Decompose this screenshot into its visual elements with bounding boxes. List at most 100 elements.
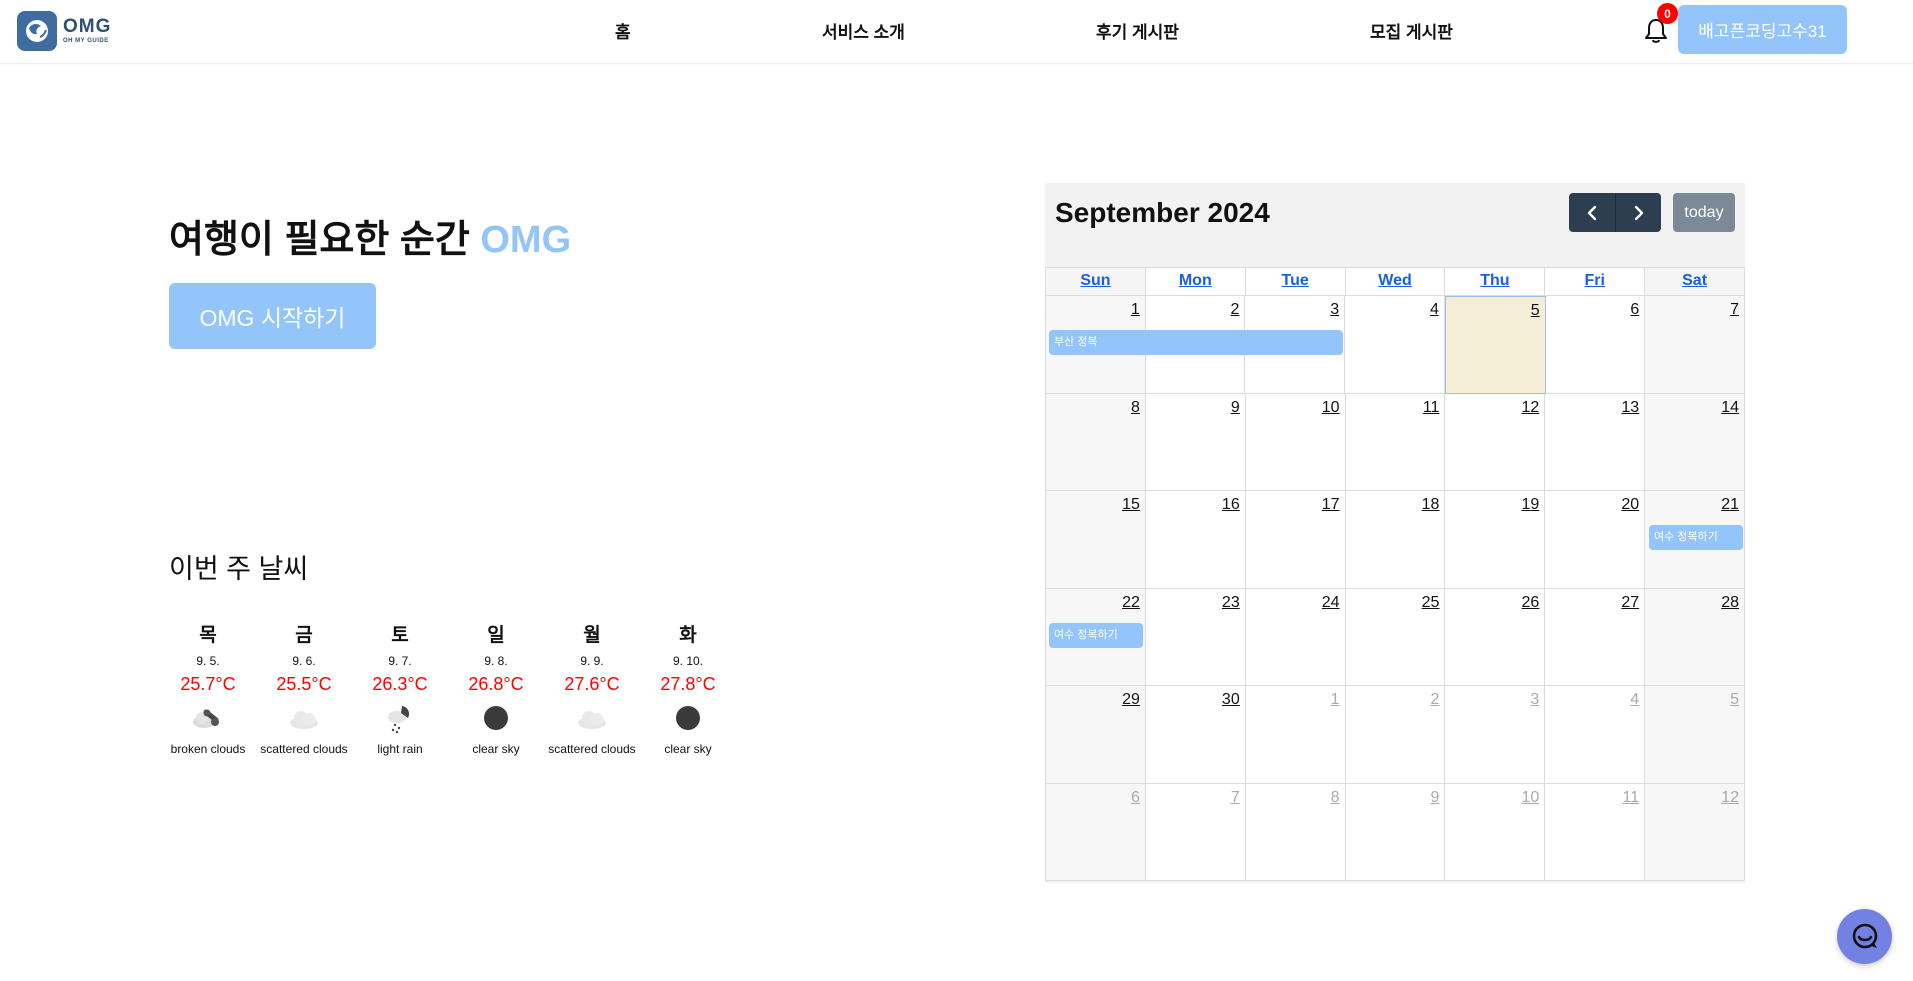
calendar-day[interactable]: 11 <box>1545 783 1646 881</box>
calendar-day-number[interactable]: 29 <box>1122 691 1140 709</box>
calendar-day[interactable]: 25 <box>1345 588 1446 686</box>
calendar-day-number[interactable]: 7 <box>1231 789 1240 807</box>
calendar-day-number[interactable]: 9 <box>1431 789 1440 807</box>
calendar-day-number[interactable]: 12 <box>1522 399 1540 417</box>
calendar-day-number[interactable]: 22 <box>1122 594 1140 612</box>
calendar-day-number[interactable]: 13 <box>1621 399 1639 417</box>
calendar-day[interactable]: 16 <box>1145 491 1246 589</box>
calendar-day-number[interactable]: 8 <box>1331 789 1340 807</box>
weekday-thu[interactable]: Thu <box>1445 268 1546 296</box>
calendar-day[interactable]: 13 <box>1545 393 1646 491</box>
calendar-day[interactable]: 7 <box>1145 783 1246 881</box>
calendar-day-number[interactable]: 21 <box>1721 496 1739 514</box>
calendar-day[interactable]: 10 <box>1245 393 1346 491</box>
calendar-day[interactable]: 27 <box>1545 588 1646 686</box>
calendar-day[interactable]: 14 <box>1645 393 1746 491</box>
weekday-mon[interactable]: Mon <box>1145 268 1246 296</box>
calendar-day-number[interactable]: 15 <box>1122 496 1140 514</box>
calendar-day-number[interactable]: 27 <box>1621 594 1639 612</box>
calendar-day-number[interactable]: 12 <box>1721 789 1739 807</box>
calendar-day-number[interactable]: 7 <box>1730 301 1739 319</box>
calendar-day[interactable]: 4 <box>1545 686 1646 784</box>
calendar-day-number[interactable]: 28 <box>1721 594 1739 612</box>
next-month-button[interactable] <box>1615 193 1661 232</box>
calendar-day-today[interactable]: 5 <box>1444 296 1546 394</box>
calendar-day[interactable]: 28 <box>1645 588 1746 686</box>
calendar-day-number[interactable]: 25 <box>1422 594 1440 612</box>
calendar-day[interactable]: 11 <box>1345 393 1446 491</box>
calendar-day-number[interactable]: 3 <box>1530 691 1539 709</box>
calendar-day-number[interactable]: 16 <box>1222 496 1240 514</box>
calendar-day[interactable]: 26 <box>1445 588 1546 686</box>
weekday-fri[interactable]: Fri <box>1545 268 1646 296</box>
nav-review-board[interactable]: 후기 게시판 <box>1096 18 1179 43</box>
nav-recruit-board[interactable]: 모집 게시판 <box>1370 18 1453 43</box>
calendar-day-number[interactable]: 8 <box>1131 399 1140 417</box>
calendar-day-number[interactable]: 11 <box>1423 399 1440 417</box>
weekday-wed[interactable]: Wed <box>1345 268 1446 296</box>
weekday-sat[interactable]: Sat <box>1645 268 1746 296</box>
calendar-day[interactable]: 8 <box>1245 783 1346 881</box>
calendar-day-number[interactable]: 26 <box>1522 594 1540 612</box>
calendar-day[interactable]: 9 <box>1145 393 1246 491</box>
calendar-day[interactable]: 23 <box>1145 588 1246 686</box>
calendar-day-number[interactable]: 20 <box>1621 496 1639 514</box>
calendar-day[interactable]: 19 <box>1445 491 1546 589</box>
calendar-event[interactable]: 부산 정복 <box>1049 330 1343 355</box>
chat-button[interactable] <box>1837 909 1892 964</box>
calendar-day-number[interactable]: 6 <box>1630 301 1639 319</box>
calendar-day-number[interactable]: 6 <box>1131 789 1140 807</box>
weekday-sun[interactable]: Sun <box>1046 268 1146 296</box>
logo[interactable]: OMG OH MY GUIDE <box>17 11 111 51</box>
calendar-day[interactable]: 10 <box>1445 783 1546 881</box>
prev-month-button[interactable] <box>1569 193 1615 232</box>
calendar-day[interactable]: 12 <box>1645 783 1746 881</box>
calendar-day-number[interactable]: 2 <box>1431 691 1440 709</box>
calendar-day[interactable]: 3 <box>1445 686 1546 784</box>
calendar-day-number[interactable]: 2 <box>1231 301 1240 319</box>
calendar-day[interactable]: 30 <box>1145 686 1246 784</box>
calendar-day-number[interactable]: 18 <box>1422 496 1440 514</box>
calendar-day-number[interactable]: 5 <box>1730 691 1739 709</box>
calendar-day[interactable]: 2 <box>1345 686 1446 784</box>
calendar-day-number[interactable]: 14 <box>1721 399 1739 417</box>
calendar-day-number[interactable]: 24 <box>1322 594 1340 612</box>
calendar-day[interactable]: 1 <box>1245 686 1346 784</box>
calendar-day[interactable]: 18 <box>1345 491 1446 589</box>
calendar-day-number[interactable]: 9 <box>1231 399 1240 417</box>
calendar-day-number[interactable]: 10 <box>1522 789 1540 807</box>
calendar-day[interactable]: 29 <box>1046 686 1146 784</box>
calendar-day-number[interactable]: 10 <box>1322 399 1340 417</box>
calendar-day-number[interactable]: 17 <box>1322 496 1340 514</box>
calendar-day-number[interactable]: 1 <box>1331 691 1340 709</box>
calendar-day[interactable]: 9 <box>1345 783 1446 881</box>
nav-service-intro[interactable]: 서비스 소개 <box>822 18 905 43</box>
user-menu-button[interactable]: 배고픈코딩고수31 <box>1678 5 1847 54</box>
calendar-day[interactable]: 6 <box>1545 296 1646 394</box>
calendar-day[interactable]: 6 <box>1046 783 1146 881</box>
calendar-day[interactable]: 12 <box>1445 393 1546 491</box>
calendar-day[interactable]: 17 <box>1245 491 1346 589</box>
calendar-day[interactable]: 15 <box>1046 491 1146 589</box>
nav-home[interactable]: 홈 <box>615 18 631 43</box>
calendar-day[interactable]: 4 <box>1345 296 1445 394</box>
weekday-tue[interactable]: Tue <box>1245 268 1346 296</box>
start-button[interactable]: OMG 시작하기 <box>169 283 376 349</box>
calendar-day[interactable]: 20 <box>1545 491 1646 589</box>
calendar-day-number[interactable]: 23 <box>1222 594 1240 612</box>
calendar-event[interactable]: 여수 정복하기 <box>1049 622 1143 648</box>
today-button[interactable]: today <box>1673 193 1735 232</box>
calendar-event[interactable]: 여수 정복하기 <box>1649 525 1743 550</box>
calendar-day-number[interactable]: 1 <box>1131 301 1140 319</box>
calendar-day-number[interactable]: 3 <box>1330 301 1339 319</box>
calendar-day-number[interactable]: 11 <box>1623 789 1640 807</box>
calendar-day-number[interactable]: 30 <box>1222 691 1240 709</box>
calendar-day[interactable]: 24 <box>1245 588 1346 686</box>
calendar-day-number[interactable]: 5 <box>1531 302 1540 320</box>
calendar-day[interactable]: 8 <box>1046 393 1146 491</box>
calendar-day[interactable]: 5 <box>1645 686 1746 784</box>
calendar-day[interactable]: 7 <box>1645 296 1746 394</box>
calendar-day-number[interactable]: 4 <box>1430 301 1439 319</box>
calendar-day-number[interactable]: 19 <box>1522 496 1540 514</box>
calendar-day-number[interactable]: 4 <box>1630 691 1639 709</box>
